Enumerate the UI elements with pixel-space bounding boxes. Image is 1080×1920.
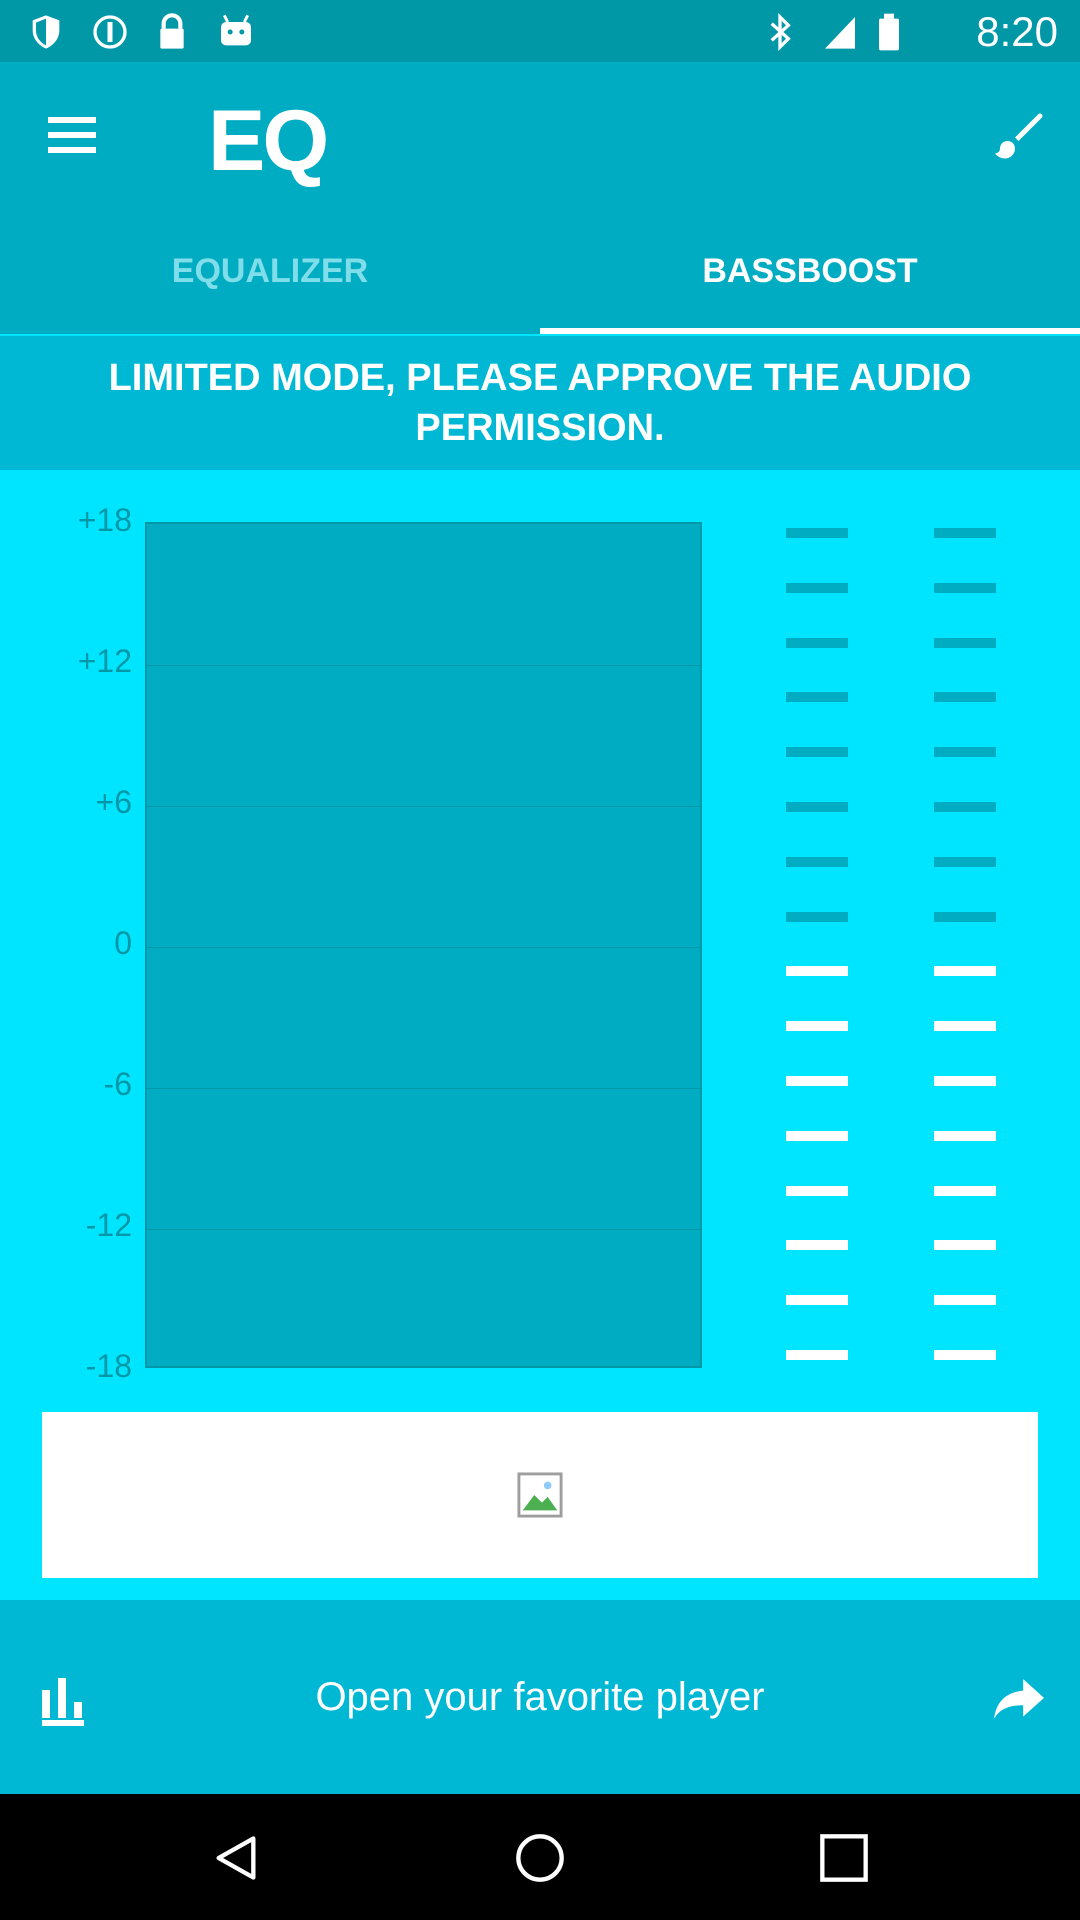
meter-segment	[786, 692, 848, 703]
meter-segment	[786, 637, 848, 648]
y-axis-label: +12	[77, 643, 132, 679]
tab-equalizer[interactable]: EQUALIZER	[0, 208, 540, 334]
status-time: 8:20	[976, 8, 1058, 55]
home-icon[interactable]	[514, 1832, 566, 1884]
open-player-button[interactable]: Open your favorite player	[200, 1600, 880, 1794]
meter-segment	[934, 1076, 996, 1086]
permission-banner-text: LIMITED MODE, PLEASE APPROVE THE AUDIO P…	[108, 357, 972, 449]
tab-bar: EQUALIZER BASSBOOST	[0, 208, 1080, 334]
meter-segment	[786, 911, 848, 922]
meter-segment	[934, 747, 996, 758]
meter-segment	[934, 1350, 996, 1360]
meter-segment	[786, 747, 848, 758]
meter-segment	[786, 1295, 848, 1306]
system-nav-bar	[0, 1794, 1080, 1920]
battery-icon	[879, 13, 899, 51]
meter-segment	[934, 528, 996, 538]
meter-segment	[934, 582, 996, 593]
back-icon[interactable]	[210, 1832, 262, 1884]
meter-segment	[786, 1350, 848, 1360]
grid-line	[147, 1229, 700, 1230]
y-axis-label: +18	[77, 502, 132, 538]
meter-segment	[786, 1130, 848, 1141]
meter-segment	[786, 528, 848, 538]
bottom-bar: Open your favorite player	[0, 1600, 1080, 1794]
meter-segment	[786, 1185, 848, 1196]
signal-icon	[825, 17, 855, 49]
info-icon	[93, 15, 127, 49]
meter-segment	[934, 802, 996, 812]
app-title: EQ	[208, 93, 329, 189]
meter-segment	[934, 1295, 996, 1306]
eq-graph[interactable]	[145, 522, 702, 1368]
meter-segment	[934, 1021, 996, 1032]
meter-segment	[934, 1240, 996, 1251]
meter-segment	[786, 966, 848, 977]
bar-chart-icon[interactable]	[42, 1678, 84, 1726]
y-axis-label: -6	[103, 1066, 132, 1102]
share-icon[interactable]	[994, 1678, 1044, 1722]
status-bar: 8:20	[0, 0, 1080, 62]
y-axis-label: -12	[85, 1207, 132, 1243]
recents-icon[interactable]	[818, 1832, 870, 1884]
menu-icon[interactable]	[40, 107, 104, 163]
y-axis-label: -18	[85, 1348, 132, 1384]
meter-segment	[786, 1021, 848, 1032]
grid-line	[147, 947, 700, 948]
broken-image-icon	[517, 1472, 563, 1518]
meter-segment	[934, 637, 996, 648]
meter-segment	[786, 1076, 848, 1086]
shield-icon	[32, 15, 60, 49]
tab-bassboost[interactable]: BASSBOOST	[540, 208, 1080, 334]
grid-line	[147, 1088, 700, 1089]
meter-segment	[786, 582, 848, 593]
equalizer-panel: +18 +12 +6 0 -6 -12 -18	[0, 470, 1080, 1400]
brush-icon[interactable]	[990, 106, 1050, 166]
meter-segment	[934, 911, 996, 922]
meter-segment	[934, 966, 996, 977]
meter-segment	[934, 856, 996, 867]
bluetooth-icon	[770, 12, 791, 52]
active-tab-indicator	[540, 328, 1080, 334]
lock-icon	[160, 13, 184, 49]
app-bar: EQ	[0, 62, 1080, 208]
meter-segment	[934, 692, 996, 703]
grid-line	[147, 665, 700, 666]
y-axis-label: +6	[95, 784, 132, 820]
meter-segment	[786, 856, 848, 867]
meter-segment	[934, 1185, 996, 1196]
android-icon	[221, 14, 251, 46]
ad-banner[interactable]	[42, 1412, 1038, 1578]
meter-segment	[786, 802, 848, 812]
permission-banner[interactable]: LIMITED MODE, PLEASE APPROVE THE AUDIO P…	[0, 336, 1080, 470]
meter-segment	[786, 1240, 848, 1251]
y-axis-label: 0	[114, 925, 132, 961]
grid-line	[147, 806, 700, 807]
meter-segment	[934, 1130, 996, 1141]
